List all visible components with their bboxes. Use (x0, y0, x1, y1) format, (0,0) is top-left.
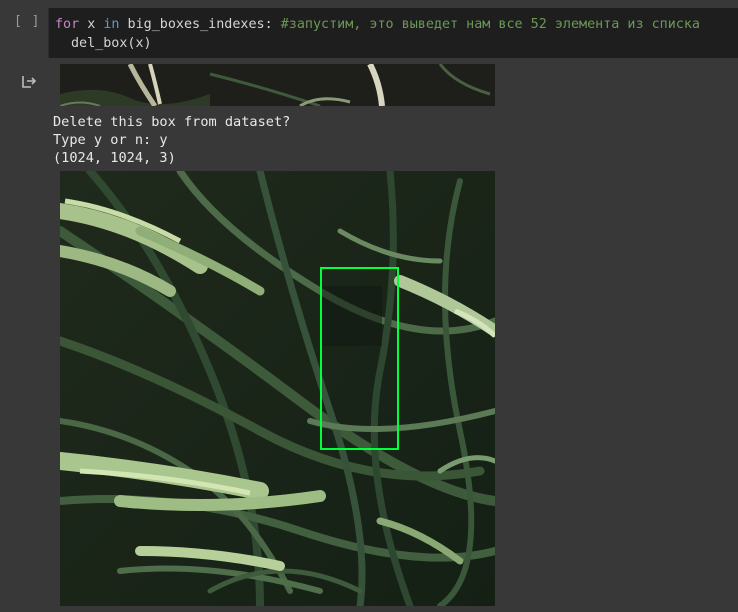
code-editor[interactable]: for x in big_boxes_indexes: #запустим, э… (48, 8, 738, 58)
output-stdout: Delete this box from dataset? Type y or n… (53, 113, 290, 167)
code-cell: [ ] for x in big_boxes_indexes: #запусти… (0, 0, 738, 64)
run-cell-button[interactable]: [ ] (14, 14, 40, 29)
previous-output-image (60, 64, 495, 106)
notebook-page: [ ] for x in big_boxes_indexes: #запусти… (0, 0, 738, 612)
output-line: Type y or n: y (53, 132, 168, 148)
output-line: (1024, 1024, 3) (53, 150, 176, 166)
output-line: Delete this box from dataset? (53, 114, 291, 130)
code-comment: #запустим, это выведет нам все 52 элемен… (272, 17, 700, 32)
code-variable: x (79, 17, 104, 32)
wheat-image (60, 171, 495, 606)
code-call: del_box(x) (71, 36, 152, 51)
code-keyword-in: in (103, 17, 120, 32)
code-keyword-for: for (55, 17, 80, 32)
code-iterable: big_boxes_indexes: (119, 17, 273, 32)
output-arrow-icon[interactable] (20, 74, 38, 90)
